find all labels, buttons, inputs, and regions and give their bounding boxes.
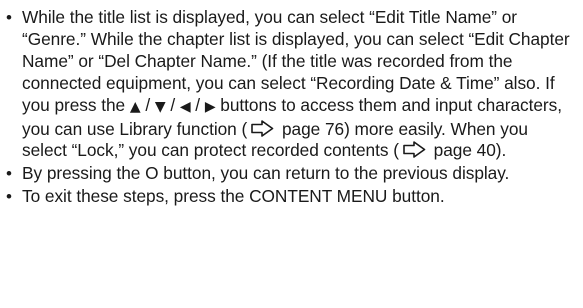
right-arrow-icon: ▶ (204, 98, 216, 115)
page-reference-arrow-icon (401, 141, 427, 159)
item-text: To exit these steps, press the CONTENT M… (22, 186, 445, 207)
item-text: By pressing the O button, you can return… (22, 163, 510, 184)
list-item-edit-options: • While the title list is displayed, you… (6, 7, 577, 162)
list-item-exit: • To exit these steps, press the CONTENT… (6, 186, 577, 208)
list-item-return: • By pressing the O button, you can retu… (6, 163, 577, 185)
manual-page: • While the title list is displayed, you… (0, 0, 583, 308)
down-arrow-icon: ▼ (154, 98, 166, 115)
item-text: While the title list is displayed, you c… (22, 7, 570, 161)
up-arrow-icon: ▲ (129, 98, 141, 115)
left-arrow-icon: ◀ (179, 98, 191, 115)
page-reference-arrow-icon (249, 119, 275, 137)
bullet-icon: • (6, 164, 12, 184)
bullet-icon: • (6, 8, 12, 27)
instruction-list: • While the title list is displayed, you… (6, 7, 577, 208)
bullet-icon: • (6, 187, 12, 207)
